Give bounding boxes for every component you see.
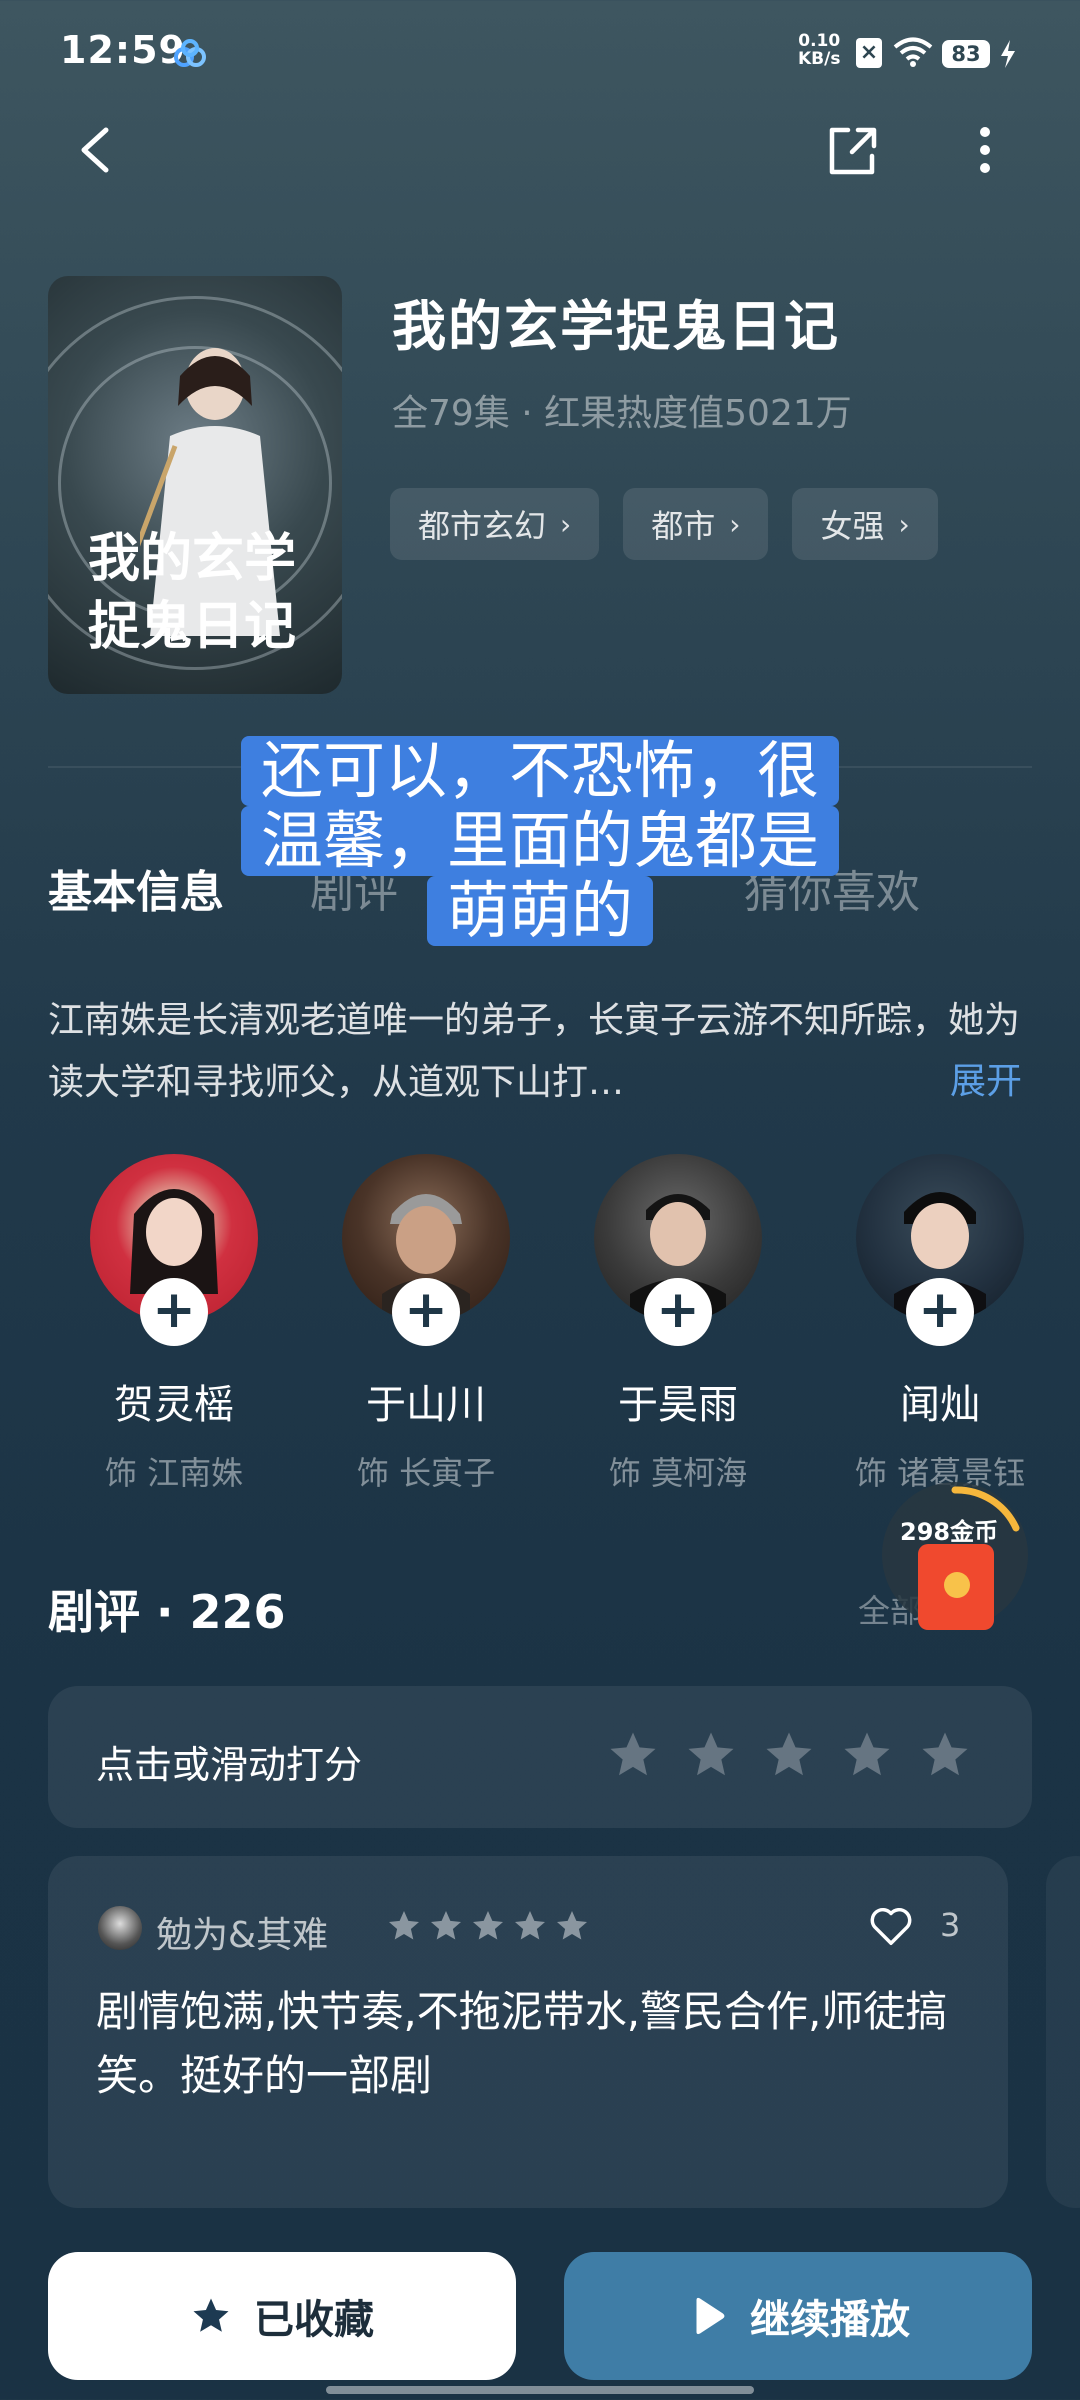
caption-line-3: 萌萌的 <box>426 876 653 946</box>
follow-plus-button[interactable]: + <box>392 1278 460 1346</box>
chevron-right-icon: › <box>560 507 572 541</box>
star-icon <box>431 1911 461 1940</box>
star-icon <box>515 1911 545 1940</box>
synopsis-text: 江南姝是长清观老道唯一的弟子，长寅子云游不知所踪，她为读大学和寻找师父，从道观下… <box>48 1000 1021 1103</box>
collect-button[interactable]: 已收藏 <box>48 2252 516 2380</box>
reviews-heading: 剧评 · 226 <box>48 1585 286 1639</box>
cast-role: 饰 长寅子 <box>356 1454 496 1492</box>
collect-label: 已收藏 <box>254 2297 374 2343</box>
poster-title-art: 我的玄学 捉鬼日记 <box>88 528 296 657</box>
play-label: 继续播放 <box>750 2297 910 2343</box>
follow-plus-button[interactable]: + <box>644 1278 712 1346</box>
avatar <box>98 1906 142 1950</box>
review-stars <box>386 1908 590 1944</box>
no-sim-icon: × <box>856 38 882 68</box>
chevron-right-icon: › <box>898 507 910 541</box>
network-speed: 0.10 KB/s <box>798 32 840 68</box>
net-speed-unit: KB/s <box>798 49 841 69</box>
envelope-seal <box>944 1572 970 1598</box>
show-poster[interactable]: 我的玄学 捉鬼日记 <box>48 276 342 694</box>
cast-role: 饰 江南姝 <box>104 1454 244 1492</box>
show-meta: 全79集 · 红果热度值5021万 <box>392 393 852 434</box>
like-count: 3 <box>940 1906 961 1944</box>
tag-strong-female[interactable]: 女强 › <box>792 488 938 560</box>
cloud-app-icon <box>174 39 206 67</box>
cast-member[interactable]: + 于昊雨 饰 莫柯海 <box>578 1154 778 1494</box>
star-icon <box>557 1911 587 1940</box>
star-icon <box>193 2298 229 2332</box>
cast-name: 于昊雨 <box>618 1382 738 1428</box>
continue-play-button[interactable]: 继续播放 <box>564 2252 1032 2380</box>
cast-member[interactable]: + 闻灿 饰 诸葛景钰 <box>840 1154 1040 1494</box>
follow-plus-button[interactable]: + <box>906 1278 974 1346</box>
chevron-right-icon: › <box>729 507 741 541</box>
next-review-card[interactable] <box>1046 1856 1080 2208</box>
tag-label: 女强 <box>820 507 885 545</box>
reviewer-name: 勉为&其难 <box>156 1915 329 1956</box>
battery-level: 83 <box>942 40 990 68</box>
share-button[interactable] <box>822 118 882 182</box>
tag-label: 都市玄幻 <box>418 507 547 545</box>
caption-line-1: 还可以，不恐怖，很 <box>240 736 839 806</box>
follow-plus-button[interactable]: + <box>140 1278 208 1346</box>
back-button[interactable] <box>70 118 126 182</box>
cast-role: 饰 莫柯海 <box>608 1454 748 1492</box>
rating-star-3-icon[interactable] <box>762 1728 816 1782</box>
show-title: 我的玄学捉鬼日记 <box>392 295 840 358</box>
coin-amount: 298金币 <box>900 1518 999 1546</box>
star-icon <box>473 1911 503 1940</box>
expand-synopsis-link[interactable]: 展开 <box>950 1052 1022 1104</box>
cast-member[interactable]: + 于山川 饰 长寅子 <box>326 1154 526 1494</box>
genre-tags: 都市玄幻 › 都市 › 女强 › <box>390 488 938 560</box>
caption-overlay: 还可以，不恐怖，很 温馨，里面的鬼都是 萌萌的 <box>188 736 892 946</box>
rating-star-2-icon[interactable] <box>684 1728 738 1782</box>
rating-star-5-icon[interactable] <box>918 1728 972 1782</box>
status-time: 12:59 <box>60 28 186 72</box>
more-options-button[interactable] <box>960 118 1010 182</box>
rating-star-1-icon[interactable] <box>606 1728 660 1782</box>
status-bar: 12:59 0.10 KB/s × 83 <box>0 0 1080 110</box>
rating-star-4-icon[interactable] <box>840 1728 894 1782</box>
poster-title-line2: 捉鬼日记 <box>88 596 296 657</box>
review-text: 剧情饱满,快节奏,不拖泥带水,警民合作,师徒搞笑。挺好的一部剧 <box>96 1987 948 2100</box>
tag-label: 都市 <box>651 507 716 545</box>
tag-urban-fantasy[interactable]: 都市玄幻 › <box>390 488 600 560</box>
cast-member[interactable]: + 贺灵榣 饰 江南姝 <box>74 1154 274 1494</box>
like-heart-icon[interactable] <box>868 1904 914 1948</box>
wifi-icon <box>893 37 933 67</box>
cast-name: 闻灿 <box>900 1382 980 1428</box>
cast-name: 贺灵榣 <box>114 1382 234 1428</box>
rating-prompt: 点击或滑动打分 <box>96 1743 363 1787</box>
net-speed-value: 0.10 <box>798 31 841 51</box>
poster-title-line1: 我的玄学 <box>88 528 296 589</box>
charging-icon <box>1001 40 1015 68</box>
caption-line-2: 温馨，里面的鬼都是 <box>240 806 839 876</box>
tag-urban[interactable]: 都市 › <box>623 488 769 560</box>
cast-name: 于山川 <box>366 1382 486 1428</box>
play-icon <box>696 2297 725 2335</box>
star-icon <box>389 1911 419 1940</box>
home-indicator[interactable] <box>326 2386 754 2394</box>
